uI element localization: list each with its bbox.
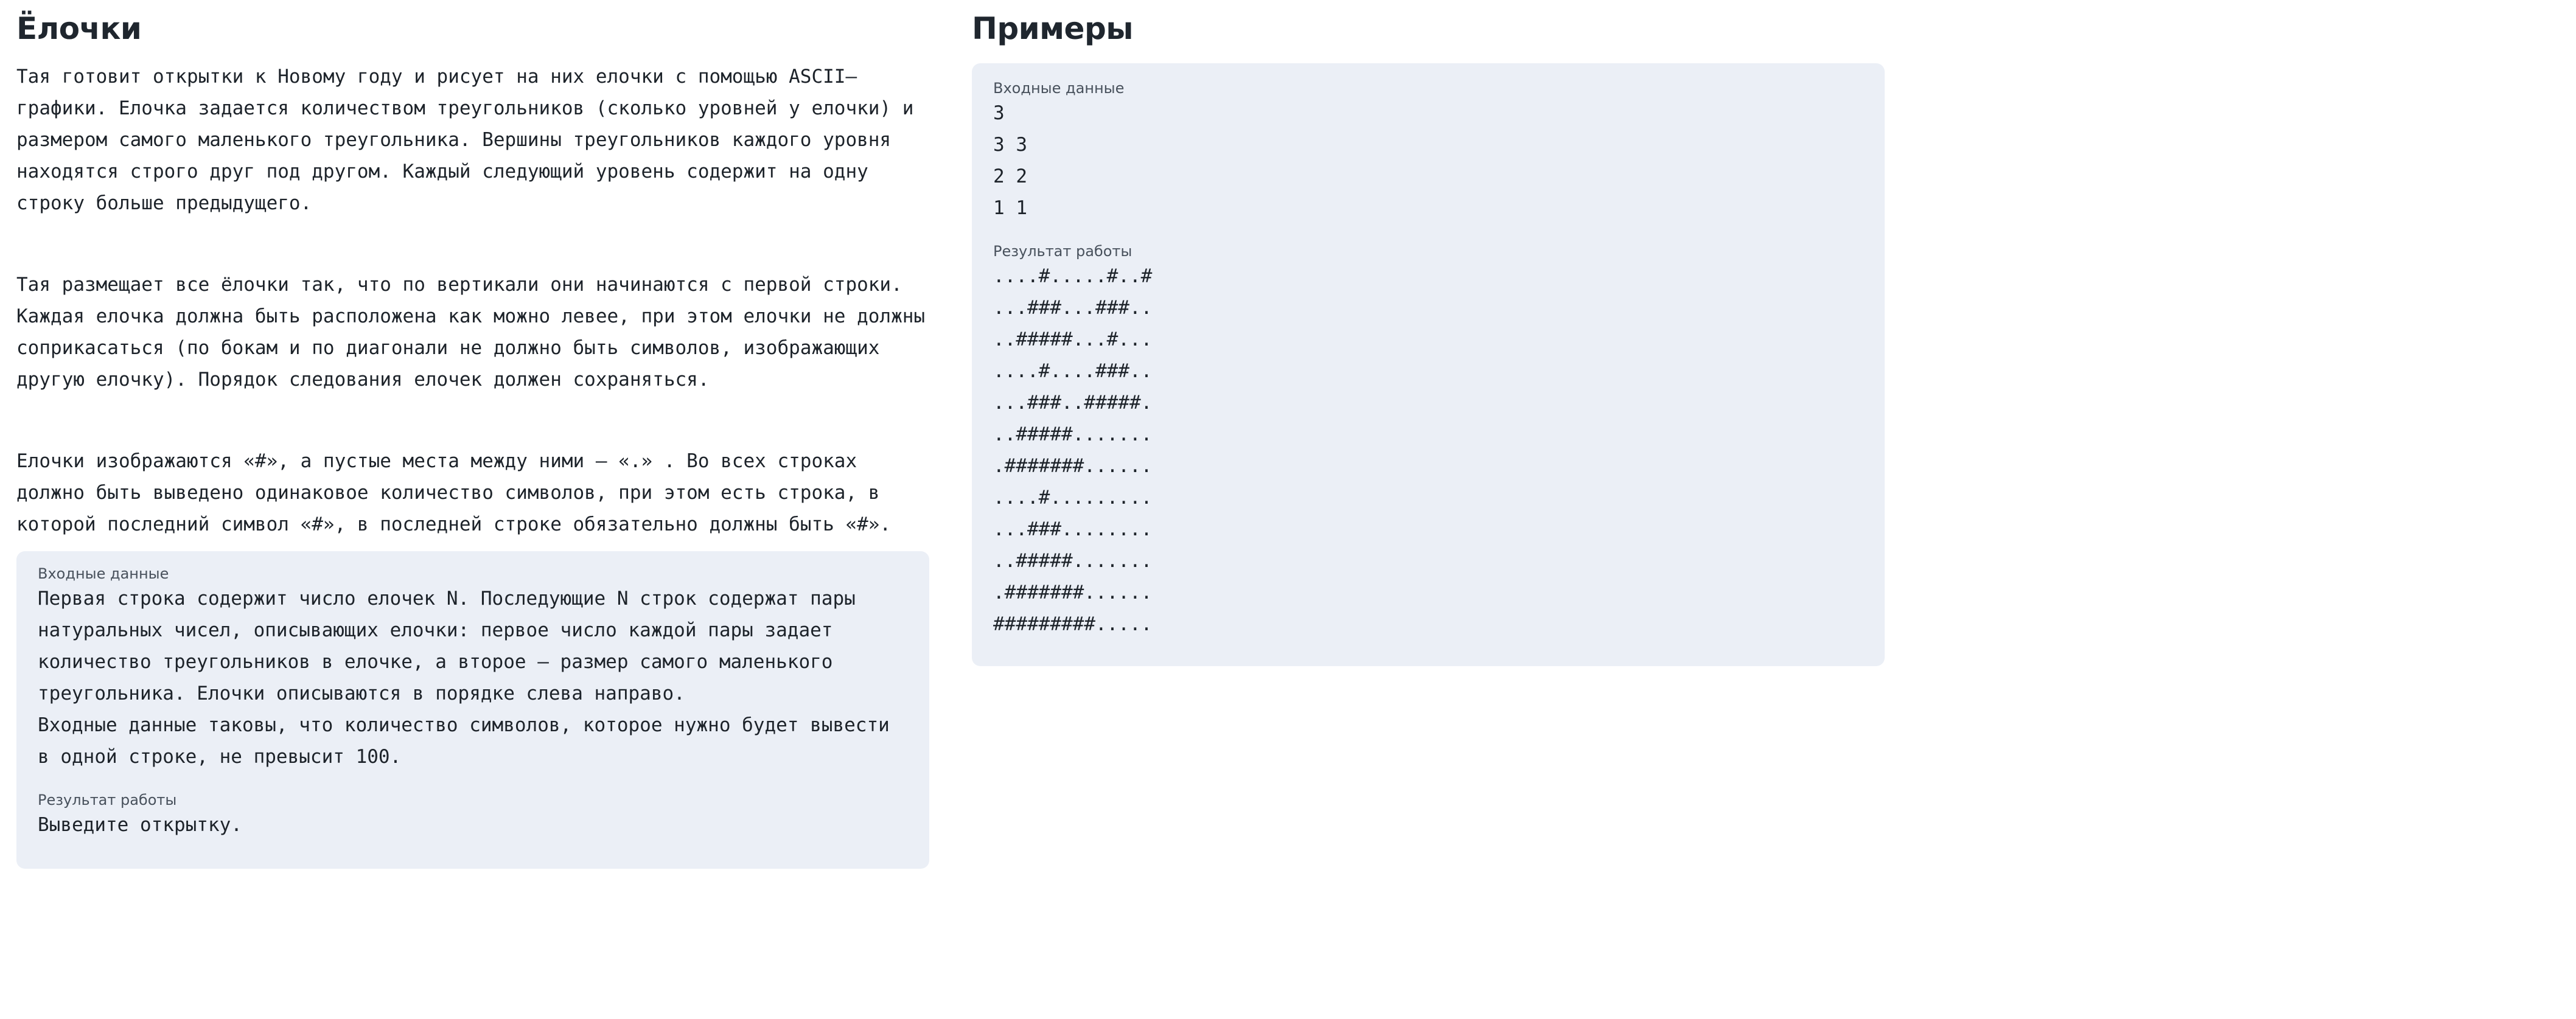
statement-paragraph-1: Тая готовит открытки к Новому году и рис… [16, 66, 926, 214]
statement-paragraph-3: Елочки изображаются «#», а пустые места … [16, 450, 892, 535]
example-output-label: Результат работы [993, 243, 1133, 260]
example-output-text[interactable]: ....#.....#..# ...###...###.. ..#####...… [993, 260, 1863, 640]
example-card: Входные данные 3 3 3 2 2 1 1 Результат р… [972, 63, 1885, 666]
problem-column: Ёлочки Тая готовит открытки к Новому год… [16, 0, 929, 869]
example-input-label: Входные данные [993, 80, 1125, 97]
io-spec-card: Входные данные Первая строка содержит чи… [16, 551, 929, 869]
input-spec-label: Входные данные [38, 565, 169, 582]
output-spec-label: Результат работы [38, 791, 177, 809]
input-spec-text: Первая строка содержит число елочек N. П… [38, 588, 890, 768]
examples-title: Примеры [972, 11, 1133, 46]
example-input-text[interactable]: 3 3 3 2 2 1 1 [993, 97, 1863, 224]
output-spec-text: Выведите открытку. [38, 814, 242, 836]
statement-paragraph-2: Тая размещает все ёлочки так, что по вер… [16, 274, 937, 391]
problem-title: Ёлочки [16, 11, 142, 46]
examples-column: Примеры Входные данные 3 3 3 2 2 1 1 Рез… [972, 0, 1885, 666]
